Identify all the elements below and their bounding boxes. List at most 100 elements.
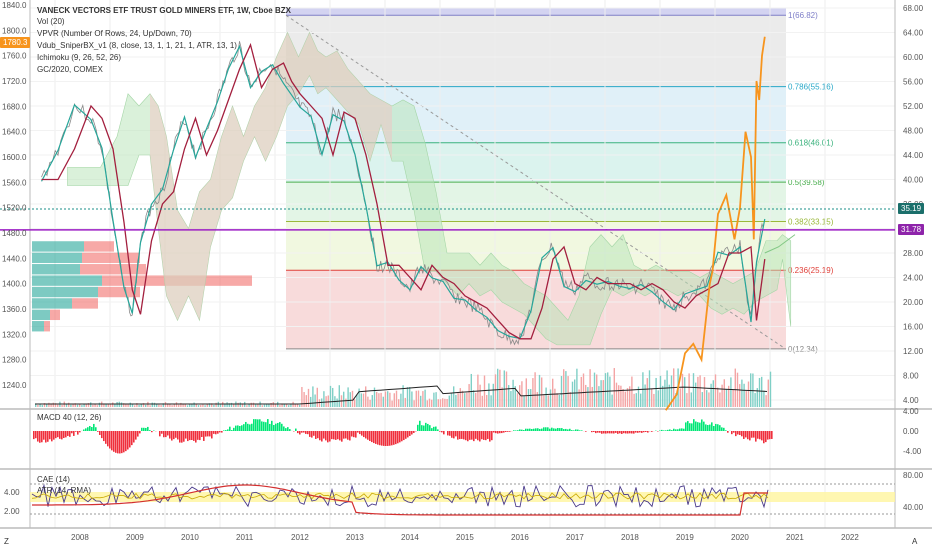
volume-bar (272, 402, 274, 407)
x-axis-tick: 2013 (346, 533, 364, 542)
macd-label[interactable]: MACD 40 (12, 26) (37, 413, 101, 422)
volume-bar (629, 386, 631, 407)
auto-scale-button[interactable]: A (912, 537, 917, 546)
macd-bar (743, 431, 745, 439)
volume-bar (169, 404, 171, 407)
indicator-sniper[interactable]: Vdub_SniperBX_v1 (8, close, 13, 1, 1, 21… (37, 41, 237, 50)
volume-bar (343, 391, 345, 407)
macd-bar (161, 431, 163, 434)
left-axis-tick: 1720.0 (2, 77, 27, 86)
last-price-tag: 35.19 (898, 203, 925, 214)
volume-bar (345, 398, 347, 407)
macd-bar (281, 423, 283, 431)
macd-bar (377, 431, 379, 445)
macd-bar (469, 431, 471, 440)
macd-bar (191, 431, 193, 441)
macd-bar (629, 431, 631, 434)
volume-bar (371, 395, 373, 407)
volume-bar (360, 393, 362, 407)
cae-left-tick: 2.00 (4, 507, 20, 516)
right-axis-tick: 40.00 (903, 176, 924, 185)
volume-bar (428, 398, 431, 407)
macd-bar (685, 422, 687, 431)
volume-bar (134, 405, 136, 407)
macd-bar (555, 428, 557, 431)
volume-bar (721, 384, 723, 407)
volume-bar (266, 404, 268, 407)
volume-bar (488, 383, 490, 407)
macd-bar (757, 431, 759, 439)
zoom-icon[interactable]: Z (4, 537, 9, 546)
volume-bar (609, 376, 611, 407)
macd-bar (237, 425, 239, 431)
macd-bar (387, 431, 389, 446)
volume-bar (538, 374, 541, 407)
volume-bar (732, 389, 734, 407)
atr-label[interactable]: ATR (14, RMA) (37, 486, 91, 495)
volume-bar (633, 393, 635, 407)
macd-bar (103, 431, 105, 442)
macd-bar (133, 431, 135, 443)
macd-bar (195, 431, 197, 443)
macd-bar (481, 431, 483, 440)
macd-bar (69, 431, 71, 437)
chart-canvas[interactable]: 1(66.82)0.786(55.16)0.618(46.01)0.5(39.5… (0, 0, 932, 550)
macd-bar (675, 429, 677, 431)
x-axis-tick: 2022 (841, 533, 859, 542)
macd-bar (201, 431, 203, 437)
macd-bar (447, 431, 449, 436)
macd-bar (519, 429, 521, 431)
macd-bar (267, 419, 269, 431)
macd-bar (473, 431, 475, 442)
macd-bar (215, 431, 217, 435)
macd-bar (623, 431, 625, 434)
volume-bar (717, 387, 719, 407)
macd-bar (471, 431, 473, 440)
macd-bar (393, 431, 395, 445)
volume-bar (769, 371, 772, 407)
volume-bar (314, 394, 316, 407)
macd-bar (585, 431, 587, 432)
cae-label[interactable]: CAE (14) (37, 475, 70, 484)
volume-bar (607, 372, 609, 407)
macd-bar (259, 419, 261, 431)
right-axis-tick: 56.00 (903, 78, 924, 87)
volume-bar (723, 379, 725, 407)
indicator-gold[interactable]: GC/2020, COMEX (37, 65, 103, 74)
right-axis-tick: 12.00 (903, 347, 924, 356)
volume-bar (620, 385, 622, 407)
volume-bar (261, 405, 263, 407)
macd-bar (479, 431, 481, 442)
volume-bar (92, 404, 94, 407)
macd-bar (233, 427, 235, 431)
macd-bar (111, 431, 113, 451)
indicator-vol[interactable]: Vol (20) (37, 17, 65, 26)
indicator-ichimoku[interactable]: Ichimoku (9, 26, 52, 26) (37, 53, 121, 62)
macd-bar (63, 431, 65, 438)
volume-bar (622, 389, 624, 407)
volume-bar (714, 374, 717, 407)
volume-bar (653, 393, 655, 407)
macd-bar (755, 431, 757, 442)
right-axis-tick: 16.00 (903, 323, 924, 332)
macd-bar (719, 425, 721, 431)
macd-bar (53, 431, 55, 440)
macd-bar (627, 431, 629, 434)
indicator-vpvr[interactable]: VPVR (Number Of Rows, 24, Up/Down, 70) (37, 29, 192, 38)
volume-bar (585, 384, 587, 407)
macd-bar (47, 431, 49, 442)
volume-bar (549, 389, 552, 407)
volume-bar (389, 392, 391, 407)
volume-bar (424, 389, 426, 407)
macd-bar (75, 431, 77, 432)
macd-bar (333, 431, 335, 440)
volume-bar (288, 405, 290, 407)
macd-bar (405, 431, 407, 439)
volume-bar (483, 375, 486, 407)
macd-bar (277, 422, 279, 431)
fib-level-label: 0.618(46.01) (788, 139, 834, 148)
macd-bar (739, 431, 741, 435)
macd-bar (525, 428, 527, 431)
volume-bar (178, 404, 180, 407)
macd-bar (121, 431, 123, 454)
